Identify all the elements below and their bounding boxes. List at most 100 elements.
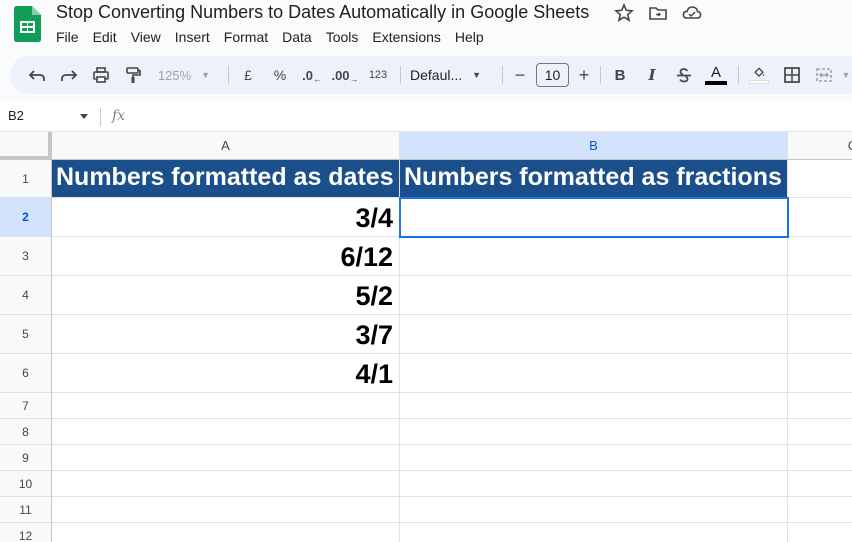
- cell-b1[interactable]: Numbers formatted as fractions: [400, 160, 788, 198]
- text-color-swatch: [705, 81, 727, 85]
- row-header-2[interactable]: 2: [0, 198, 52, 237]
- redo-icon[interactable]: [58, 56, 80, 94]
- row-header-8[interactable]: 8: [0, 419, 52, 445]
- cell-c7[interactable]: [788, 393, 852, 419]
- menu-file[interactable]: File: [56, 28, 86, 46]
- cell-b4[interactable]: [400, 276, 788, 315]
- sheet-grid: A B C 1 2 3 4 5 6 7 8 9 10 11 12 Numbers…: [0, 132, 852, 542]
- more-formats-button[interactable]: 123: [366, 56, 390, 94]
- cell-b10[interactable]: [400, 471, 788, 497]
- italic-button[interactable]: I: [642, 56, 662, 94]
- menu-view[interactable]: View: [124, 28, 168, 46]
- cell-a9[interactable]: [52, 445, 400, 471]
- column-header-c[interactable]: C: [788, 132, 852, 160]
- decrease-decimal-label: .0: [302, 67, 313, 83]
- borders-icon[interactable]: [782, 56, 802, 94]
- merge-dropdown-icon[interactable]: ▼: [840, 56, 852, 94]
- decrease-font-size-icon[interactable]: −: [512, 56, 528, 94]
- row-header-10[interactable]: 10: [0, 471, 52, 497]
- cell-c12[interactable]: [788, 523, 852, 542]
- cell-c2[interactable]: [788, 198, 852, 237]
- column-header-a[interactable]: A: [52, 132, 400, 160]
- toolbar: 125% ▼ £ % .0 ← .00 → 123 Defaul... ▼ − 10…: [10, 56, 852, 94]
- cell-c4[interactable]: [788, 276, 852, 315]
- cell-a6[interactable]: 4/1: [52, 354, 400, 393]
- percent-button[interactable]: %: [270, 56, 290, 94]
- text-color-label: A: [710, 64, 721, 81]
- cell-c5[interactable]: [788, 315, 852, 354]
- cell-a4[interactable]: 5/2: [52, 276, 400, 315]
- print-icon[interactable]: [90, 56, 112, 94]
- row-header-3[interactable]: 3: [0, 237, 52, 276]
- menu-bar: File Edit View Insert Format Data Tools …: [56, 28, 491, 46]
- strikethrough-icon[interactable]: [674, 56, 694, 94]
- row-header-9[interactable]: 9: [0, 445, 52, 471]
- document-title[interactable]: Stop Converting Numbers to Dates Automat…: [56, 2, 589, 23]
- column-header-b[interactable]: B: [400, 132, 788, 160]
- row-header-7[interactable]: 7: [0, 393, 52, 419]
- cell-c6[interactable]: [788, 354, 852, 393]
- name-box-dropdown-icon[interactable]: [80, 114, 88, 119]
- cloud-saved-icon[interactable]: [682, 3, 702, 23]
- row-header-11[interactable]: 11: [0, 497, 52, 523]
- cell-a11[interactable]: [52, 497, 400, 523]
- increase-decimal-button[interactable]: .00 →: [331, 56, 358, 94]
- menu-insert[interactable]: Insert: [168, 28, 217, 46]
- cell-a2[interactable]: 3/4: [52, 198, 400, 237]
- cell-a3[interactable]: 6/12: [52, 237, 400, 276]
- decrease-decimal-button[interactable]: .0 ←: [300, 56, 324, 94]
- cell-b5[interactable]: [400, 315, 788, 354]
- cell-c1[interactable]: [788, 160, 852, 198]
- formula-bar: B2 fx: [0, 102, 852, 132]
- menu-data[interactable]: Data: [275, 28, 319, 46]
- row-header-1[interactable]: 1: [0, 160, 52, 198]
- cell-a7[interactable]: [52, 393, 400, 419]
- menu-format[interactable]: Format: [217, 28, 275, 46]
- star-icon[interactable]: [614, 2, 634, 23]
- menu-tools[interactable]: Tools: [319, 28, 366, 46]
- cell-b11[interactable]: [400, 497, 788, 523]
- toolbar-divider: [502, 66, 503, 84]
- cell-b12[interactable]: [400, 523, 788, 542]
- zoom-select[interactable]: 125% ▼: [154, 56, 214, 94]
- font-family-select[interactable]: Defaul... ▼: [410, 56, 492, 94]
- fill-color-icon[interactable]: [748, 56, 770, 94]
- menu-edit[interactable]: Edit: [86, 28, 124, 46]
- row-header-6[interactable]: 6: [0, 354, 52, 393]
- cell-a5[interactable]: 3/7: [52, 315, 400, 354]
- cell-c3[interactable]: [788, 237, 852, 276]
- menu-extensions[interactable]: Extensions: [365, 28, 447, 46]
- cell-a1[interactable]: Numbers formatted as dates: [52, 160, 400, 198]
- cell-a12[interactable]: [52, 523, 400, 542]
- cell-b7[interactable]: [400, 393, 788, 419]
- zoom-value: 125%: [157, 67, 192, 83]
- cell-b3[interactable]: [400, 237, 788, 276]
- cell-b9[interactable]: [400, 445, 788, 471]
- row-header-4[interactable]: 4: [0, 276, 52, 315]
- menu-help[interactable]: Help: [448, 28, 491, 46]
- row-header-12[interactable]: 12: [0, 523, 52, 542]
- row-header-5[interactable]: 5: [0, 315, 52, 354]
- cell-c10[interactable]: [788, 471, 852, 497]
- formula-input[interactable]: [140, 102, 840, 132]
- google-sheets-logo[interactable]: [14, 6, 41, 42]
- cell-b8[interactable]: [400, 419, 788, 445]
- name-box[interactable]: B2: [8, 108, 24, 123]
- paint-format-icon[interactable]: [122, 56, 144, 94]
- cell-b6[interactable]: [400, 354, 788, 393]
- text-color-button[interactable]: A: [704, 56, 728, 94]
- cell-c11[interactable]: [788, 497, 852, 523]
- undo-icon[interactable]: [26, 56, 48, 94]
- active-cell-selection: [399, 197, 789, 238]
- increase-font-size-icon[interactable]: +: [576, 56, 592, 94]
- font-size-input[interactable]: 10: [536, 63, 569, 87]
- bold-button[interactable]: B: [610, 56, 630, 94]
- cell-c8[interactable]: [788, 419, 852, 445]
- currency-button[interactable]: £: [238, 56, 258, 94]
- cell-a8[interactable]: [52, 419, 400, 445]
- cell-c9[interactable]: [788, 445, 852, 471]
- cell-a10[interactable]: [52, 471, 400, 497]
- merge-cells-icon[interactable]: [814, 56, 834, 94]
- move-folder-icon[interactable]: [648, 3, 668, 23]
- select-all-corner[interactable]: [0, 132, 52, 160]
